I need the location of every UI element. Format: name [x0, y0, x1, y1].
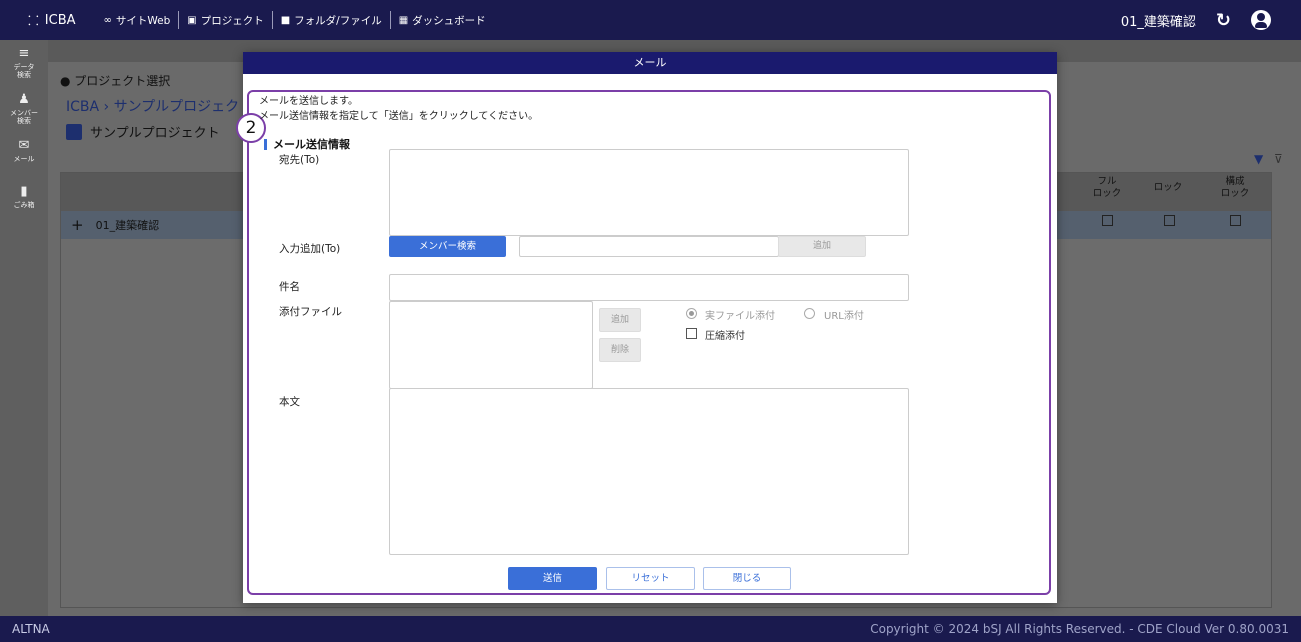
- mail-dialog: メール 2 メールを送信します。 メール送信情報を指定して「送信」をクリックして…: [236, 52, 1057, 603]
- link-icon: ∞: [103, 14, 112, 26]
- current-project[interactable]: 01_建築確認: [1121, 11, 1196, 30]
- project-name: サンプルプロジェクト: [66, 122, 220, 141]
- dashboard-icon: ▦: [398, 14, 409, 26]
- attachment-list[interactable]: [389, 301, 593, 389]
- body-label: 本文: [279, 396, 300, 408]
- to-recipients-field[interactable]: [389, 149, 909, 236]
- footer-brand: ALTNA: [12, 622, 50, 636]
- subject-input[interactable]: [389, 274, 909, 301]
- filter-icon[interactable]: ▼: [1254, 152, 1263, 166]
- real-file-radio[interactable]: [686, 308, 697, 319]
- rail-label: データ 検索: [13, 63, 35, 79]
- page-title: ● プロジェクト選択: [60, 74, 171, 88]
- left-rail: ≡ データ 検索 ♟ メンバー 検索 ✉ メール ▮ ごみ箱: [0, 40, 48, 616]
- url-label: URL添付: [824, 311, 864, 322]
- dialog-title: メール: [243, 52, 1057, 74]
- attach-delete-button[interactable]: 削除: [599, 338, 641, 362]
- top-right: 01_建築確認 ↻: [1121, 0, 1271, 40]
- project-name-label: サンプルプロジェクト: [90, 126, 220, 141]
- rail-data-search[interactable]: ≡ データ 検索: [0, 40, 48, 86]
- col-full-lock: フル ロック: [1092, 176, 1122, 199]
- member-search-button[interactable]: メンバー検索: [389, 236, 506, 257]
- brand-label: ICBA: [44, 12, 76, 28]
- section-label: メール送信情報: [273, 138, 350, 151]
- divider: [178, 11, 180, 29]
- user-icon[interactable]: [1251, 10, 1271, 30]
- refresh-icon[interactable]: ↻: [1216, 10, 1231, 31]
- add-to-input[interactable]: [519, 236, 779, 257]
- section-marker: [264, 138, 267, 150]
- nav-folder-file[interactable]: ■ フォルダ/ファイル: [275, 13, 388, 28]
- archive-icon: [66, 123, 82, 140]
- compress-label: 圧縮添付: [705, 331, 745, 342]
- nav-project[interactable]: ▣ プロジェクト: [181, 13, 269, 28]
- close-button[interactable]: 閉じる: [703, 567, 791, 590]
- real-file-label: 実ファイル添付: [705, 311, 775, 322]
- filter-clear-icon[interactable]: ⊽: [1274, 152, 1283, 166]
- compress-checkbox[interactable]: [686, 328, 697, 339]
- intro-line-2: メール送信情報を指定して「送信」をクリックしてください。: [259, 111, 539, 122]
- nav-label: サイトWeb: [115, 14, 171, 27]
- subject-label: 件名: [279, 281, 300, 293]
- to-label: 宛先(To): [279, 154, 320, 166]
- copyright: Copyright © 2024 bSJ All Rights Reserved…: [870, 622, 1289, 636]
- top-bar: ⸬ ICBA ∞ サイトWeb ▣ プロジェクト ■ フォルダ/ファイル ▦ ダ…: [0, 0, 1301, 40]
- intro-line-1: メールを送信します。: [259, 96, 358, 107]
- col-config-lock: 構成 ロック: [1220, 176, 1250, 199]
- config-lock-checkbox[interactable]: [1230, 215, 1241, 226]
- add-to-button[interactable]: 追加: [778, 236, 866, 257]
- data-search-icon: ≡: [18, 46, 30, 61]
- rail-label: ごみ箱: [13, 201, 35, 209]
- member-search-icon: ♟: [18, 92, 30, 107]
- body-textarea[interactable]: [389, 388, 909, 555]
- add-to-label: 入力追加(To): [279, 243, 341, 255]
- divider: [389, 11, 391, 29]
- url-radio[interactable]: [804, 308, 815, 319]
- brand[interactable]: ⸬ ICBA: [28, 11, 76, 30]
- rail-mail[interactable]: ✉ メール: [0, 132, 48, 178]
- section-title: メール送信情報: [264, 136, 350, 152]
- nav-label: プロジェクト: [200, 14, 264, 27]
- send-button[interactable]: 送信: [508, 567, 597, 590]
- lock-checkbox[interactable]: [1164, 215, 1175, 226]
- full-lock-checkbox[interactable]: [1102, 215, 1113, 226]
- rail-member-search[interactable]: ♟ メンバー 検索: [0, 86, 48, 132]
- col-lock: ロック: [1153, 182, 1183, 193]
- row-label: 01_建築確認: [95, 219, 160, 232]
- nav-site-web[interactable]: ∞ サイトWeb: [98, 13, 177, 28]
- attach-label: 添付ファイル: [279, 306, 342, 318]
- trash-icon: ▮: [20, 184, 28, 199]
- expand-icon[interactable]: +: [71, 216, 84, 234]
- nav-label: フォルダ/ファイル: [294, 14, 382, 27]
- top-nav: ∞ サイトWeb ▣ プロジェクト ■ フォルダ/ファイル ▦ ダッシュボード: [98, 11, 492, 29]
- mail-icon: ✉: [18, 138, 30, 153]
- rail-trash[interactable]: ▮ ごみ箱: [0, 178, 48, 224]
- rail-label: メール: [13, 155, 35, 163]
- folder-icon: ■: [280, 14, 291, 26]
- breadcrumb[interactable]: ICBA › サンプルプロジェクト: [66, 96, 253, 116]
- grid-icon: ⸬: [28, 14, 39, 29]
- attach-add-button[interactable]: 追加: [599, 308, 641, 332]
- footer: ALTNA Copyright © 2024 bSJ All Rights Re…: [0, 616, 1301, 642]
- archive-icon: ▣: [187, 14, 197, 26]
- divider: [271, 11, 273, 29]
- nav-dashboard[interactable]: ▦ ダッシュボード: [393, 13, 492, 28]
- reset-button[interactable]: リセット: [606, 567, 695, 590]
- rail-label: メンバー 検索: [10, 109, 38, 125]
- nav-label: ダッシュボード: [412, 14, 486, 27]
